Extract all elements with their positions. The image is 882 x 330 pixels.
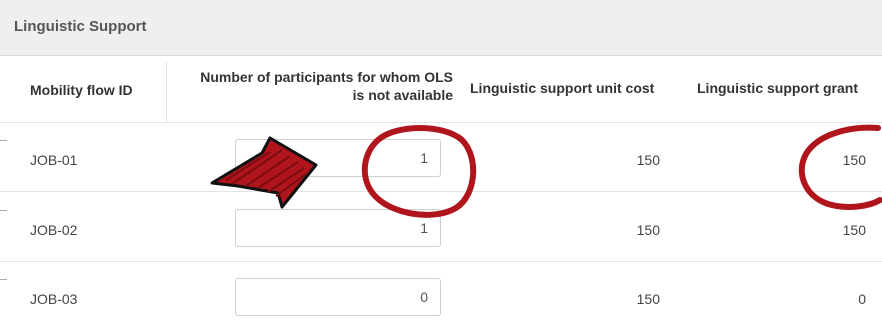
grant-value: 150: [842, 222, 866, 238]
row-marker: [0, 210, 7, 211]
participants-input[interactable]: [235, 139, 441, 177]
unit-cost-value: 150: [636, 152, 660, 168]
table-header-row: Mobility flow ID Number of participants …: [0, 56, 882, 123]
mobility-flow-id: JOB-03: [30, 291, 78, 307]
column-header-participants-line2: is not available: [352, 87, 453, 103]
participants-input[interactable]: [235, 278, 441, 316]
section-title: Linguistic Support: [14, 18, 147, 35]
column-header-grant: Linguistic support grant: [697, 80, 858, 96]
grant-value: 150: [842, 152, 866, 168]
column-header-unit-cost: Linguistic support unit cost: [470, 80, 655, 96]
column-header-mobility-flow-id: Mobility flow ID: [30, 82, 133, 98]
section-header: Linguistic Support: [0, 0, 882, 56]
column-header-participants-line1: Number of participants for whom OLS: [200, 69, 453, 85]
mobility-flow-id: JOB-02: [30, 222, 78, 238]
table-row: JOB-01 150 150: [0, 123, 882, 192]
unit-cost-value: 150: [636, 222, 660, 238]
column-divider: [166, 62, 167, 122]
participants-input[interactable]: [235, 209, 441, 247]
table-row: JOB-03 150 0: [0, 262, 882, 330]
row-marker: [0, 279, 7, 280]
row-marker: [0, 140, 7, 141]
mobility-flow-id: JOB-01: [30, 152, 78, 168]
table-row: JOB-02 150 150: [0, 193, 882, 262]
column-header-participants: Number of participants for whom OLS is n…: [170, 68, 453, 104]
grant-value: 0: [858, 291, 866, 307]
unit-cost-value: 150: [636, 291, 660, 307]
